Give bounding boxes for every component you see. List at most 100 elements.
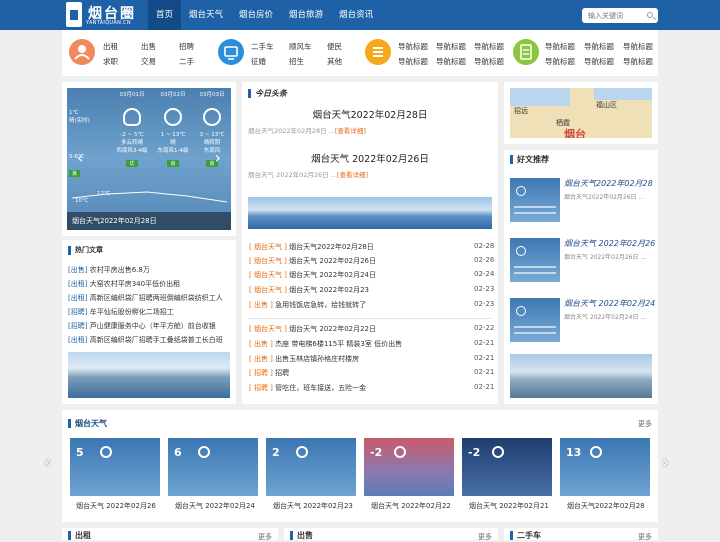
more-link[interactable]: 更多 bbox=[478, 532, 492, 542]
news-row[interactable]: [ 烟台天气 ] 烟台天气2022年02月28日 bbox=[249, 242, 374, 252]
nav-title-link[interactable]: 导航标题 bbox=[398, 41, 428, 52]
news-row[interactable]: [ 烟台天气 ] 烟台天气 2022年02月24日 bbox=[249, 270, 376, 280]
recommend-item-title[interactable]: 烟台天气 2022年02月24 bbox=[564, 298, 655, 309]
list-item[interactable]: [招聘] 芦山健康服务中心（年平方舱）前台收银 bbox=[68, 321, 216, 331]
weather-card[interactable]: 2 bbox=[266, 438, 356, 496]
news-text: 烟台天气 2022年02月22日 bbox=[289, 325, 377, 333]
weather-card[interactable]: 13 bbox=[560, 438, 650, 496]
list-item[interactable]: [出售] 农村平房出售6.8万 bbox=[68, 265, 150, 275]
nav-title-link[interactable]: 导航标题 bbox=[584, 56, 614, 67]
cat-recruit[interactable]: 招聘 bbox=[179, 41, 194, 52]
slide-day-3: 03月03日 3 ~ 13℃ 晴转阴 东南风 良 bbox=[195, 90, 229, 167]
sea-area bbox=[594, 88, 652, 100]
list-item[interactable]: [招聘] 牟平仙坛股份孵化二场招工 bbox=[68, 307, 174, 317]
article-thumb[interactable] bbox=[510, 238, 560, 282]
nav-title-link[interactable]: 导航标题 bbox=[623, 41, 653, 52]
cat-enroll[interactable]: 招生 bbox=[289, 56, 304, 67]
news-tag: [ 烟台天气 ] bbox=[249, 325, 287, 333]
headline-2[interactable]: 烟台天气 2022年02月26日 bbox=[242, 151, 498, 165]
more-link[interactable]: 更多 bbox=[638, 419, 652, 429]
more-link[interactable]: 更多 bbox=[258, 532, 272, 542]
news-row[interactable]: [ 出售 ] 急用钱饭店急转，给钱就转了 bbox=[249, 300, 366, 310]
news-row[interactable]: [ 招聘 ] 招聘 bbox=[249, 368, 289, 378]
nav-travel[interactable]: 烟台旅游 bbox=[281, 0, 331, 30]
region-map[interactable]: 招远 栖霞 福山区 烟台 bbox=[510, 88, 652, 138]
nav-title-link[interactable]: 导航标题 bbox=[623, 56, 653, 67]
news-row[interactable]: [ 烟台天气 ] 烟台天气 2022年02月23 bbox=[249, 285, 369, 295]
search-box bbox=[582, 8, 658, 23]
chevron-left-icon[interactable]: ‹ bbox=[77, 148, 83, 167]
document-icon bbox=[513, 39, 539, 65]
headline-1[interactable]: 烟台天气2022年02月28日 bbox=[242, 107, 498, 121]
search-input[interactable] bbox=[582, 8, 640, 23]
cat-carpool[interactable]: 顺风车 bbox=[289, 41, 312, 52]
weather-card[interactable]: 6 bbox=[168, 438, 258, 496]
article-thumb[interactable] bbox=[510, 178, 560, 222]
news-tag: [ 烟台天气 ] bbox=[249, 257, 287, 265]
card-caption[interactable]: 烟台天气2022年02月28 bbox=[567, 501, 645, 511]
news-tag: [ 烟台天气 ] bbox=[249, 243, 287, 251]
nav-home[interactable]: 首页 bbox=[148, 0, 182, 30]
nav-title-link[interactable]: 导航标题 bbox=[474, 41, 504, 52]
cat-convenience[interactable]: 便民 bbox=[327, 41, 342, 52]
nav-news[interactable]: 烟台资讯 bbox=[331, 0, 381, 30]
city-photo[interactable] bbox=[68, 352, 230, 398]
nav-title-link[interactable]: 导航标题 bbox=[436, 41, 466, 52]
news-row[interactable]: [ 出售 ] 出售玉林店镇孙格庄村楼房 bbox=[249, 354, 359, 364]
more-link[interactable]: 更多 bbox=[638, 532, 652, 542]
nav-title-link[interactable]: 导航标题 bbox=[436, 56, 466, 67]
news-tag: [ 出售 ] bbox=[249, 301, 273, 309]
news-row[interactable]: [ 招聘 ] 管吃住，班车接送，五险一金 bbox=[249, 383, 366, 393]
tv-icon-graphic bbox=[224, 46, 238, 60]
cat-job-seek[interactable]: 求职 bbox=[103, 56, 118, 67]
card-caption[interactable]: 烟台天气 2022年02月24 bbox=[175, 501, 255, 511]
card-temp: 13 bbox=[566, 446, 582, 459]
weather-slider[interactable]: 1℃ 晴(实时) 5-6℃ 良 03月01日 -2 ~ 5℃ 多云转晴 西南风3… bbox=[67, 88, 231, 230]
cat-sale[interactable]: 出售 bbox=[141, 41, 156, 52]
cat-trade[interactable]: 交易 bbox=[141, 56, 156, 67]
list-item[interactable]: [出租] 高新区编织袋厂招聘手工叠纸袋普工长白班 bbox=[68, 335, 230, 345]
news-tag: [ 烟台天气 ] bbox=[249, 271, 287, 279]
slider-caption[interactable]: 烟台天气2022年02月28日 bbox=[67, 212, 231, 230]
view-detail-link[interactable]: [查看详细] bbox=[335, 127, 366, 135]
cat-other[interactable]: 其他 bbox=[327, 56, 342, 67]
weather-card[interactable]: 5 bbox=[70, 438, 160, 496]
news-row[interactable]: [ 烟台天气 ] 烟台天气 2022年02月22日 bbox=[249, 324, 376, 334]
article-thumb[interactable] bbox=[510, 298, 560, 342]
recommend-item-title[interactable]: 烟台天气 2022年02月26 bbox=[564, 238, 655, 249]
nav-title-link[interactable]: 导航标题 bbox=[474, 56, 504, 67]
city-photo[interactable] bbox=[510, 354, 652, 398]
recommend-item-title[interactable]: 烟台天气2022年02月28 bbox=[564, 178, 653, 189]
news-row[interactable]: [ 出售 ] 杰座 带电梯6楼115平 精装3室 低价出售 bbox=[249, 339, 402, 349]
site-logo[interactable]: 烟台圈 YANTAIQUAN.CN bbox=[64, 2, 144, 28]
cat-second-hand[interactable]: 二手 bbox=[179, 56, 194, 67]
nav-weather[interactable]: 烟台天气 bbox=[181, 0, 231, 30]
nav-title-link[interactable]: 导航标题 bbox=[584, 41, 614, 52]
list-icon-graphic bbox=[373, 47, 383, 57]
sun-icon bbox=[164, 108, 182, 126]
nav-title-link[interactable]: 导航标题 bbox=[545, 41, 575, 52]
weather-card[interactable]: -2 bbox=[462, 438, 552, 496]
list-item[interactable]: [出租] 高新区编织袋厂招聘两班倒编织袋纺织工人 bbox=[68, 293, 223, 303]
news-row[interactable]: [ 烟台天气 ] 烟台天气 2022年02月26日 bbox=[249, 256, 376, 266]
view-detail-link[interactable]: [查看详细] bbox=[337, 171, 368, 179]
card-caption[interactable]: 烟台天气 2022年02月26 bbox=[76, 501, 156, 511]
search-icon[interactable] bbox=[647, 12, 653, 18]
coast-photo[interactable] bbox=[248, 197, 492, 229]
card-caption[interactable]: 烟台天气 2022年02月23 bbox=[273, 501, 353, 511]
category-group-2: 二手车 征婚 顺风车 招生 便民 其他 bbox=[212, 30, 360, 76]
list-item[interactable]: [出租] 大窑农村平房340平低价出租 bbox=[68, 279, 180, 289]
chevron-right-icon[interactable]: › bbox=[215, 148, 221, 167]
chevron-left-icon[interactable]: ‹ bbox=[44, 452, 51, 473]
weather-card[interactable]: -2 bbox=[364, 438, 454, 496]
item-text: 芦山健康服务中心（年平方舱）前台收银 bbox=[89, 322, 216, 330]
chevron-right-icon[interactable]: › bbox=[662, 452, 669, 473]
cat-dating[interactable]: 征婚 bbox=[251, 56, 266, 67]
nav-title-link[interactable]: 导航标题 bbox=[398, 56, 428, 67]
card-caption[interactable]: 烟台天气 2022年02月21 bbox=[469, 501, 549, 511]
cat-used-car[interactable]: 二手车 bbox=[251, 41, 274, 52]
card-caption[interactable]: 烟台天气 2022年02月22 bbox=[371, 501, 451, 511]
nav-house-price[interactable]: 烟台房价 bbox=[231, 0, 281, 30]
cat-rent[interactable]: 出租 bbox=[103, 41, 118, 52]
nav-title-link[interactable]: 导航标题 bbox=[545, 56, 575, 67]
